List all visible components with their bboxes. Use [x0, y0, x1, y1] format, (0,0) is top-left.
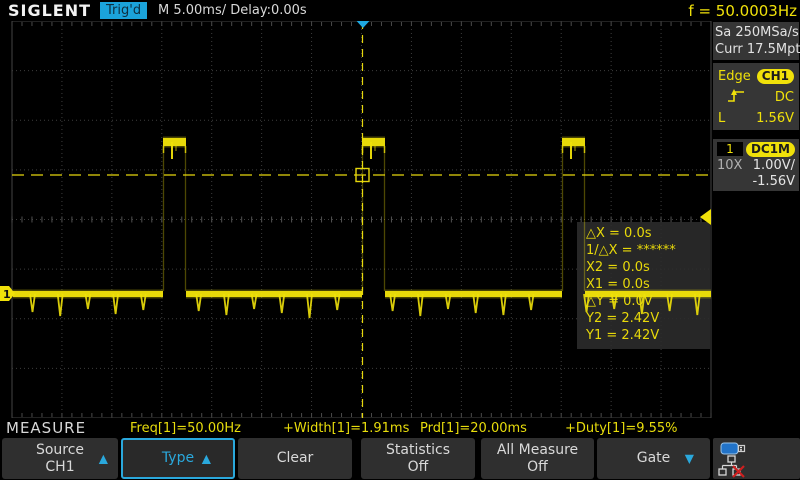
siglent-logo: SIGLENT — [8, 1, 91, 20]
rising-edge-icon — [726, 88, 746, 108]
memory-depth: Curr 17.5Mpts — [715, 41, 797, 58]
markers: 1 — [0, 0, 800, 480]
right-sidebar: Sa 250MSa/s Curr 17.5Mpts Edge CH1 DC L … — [712, 21, 800, 418]
channel1-info-box[interactable]: 1 DC1M 10X 1.00V/ -1.56V — [713, 139, 799, 191]
channel1-offset-marker[interactable]: 1 — [0, 286, 15, 301]
button-label: Clear — [277, 450, 314, 467]
trigger-status-badge: Trig'd — [100, 2, 147, 19]
trigger-mode: Edge — [718, 69, 751, 84]
button-sublabel: CH1 — [45, 459, 74, 476]
channel-number-chip: 1 — [717, 142, 743, 156]
button-label: All Measure — [497, 442, 578, 459]
timebase-readout[interactable]: M 5.00ms/ Delay:0.00s — [158, 3, 307, 18]
sample-rate: Sa 250MSa/s — [715, 24, 797, 41]
channel-coupling-badge[interactable]: DC1M — [746, 142, 795, 157]
channel-offset-value: -1.56V — [752, 174, 795, 189]
arrow-up-icon: ▲ — [99, 450, 108, 467]
measure-title: MEASURE — [6, 419, 86, 437]
trigger-info-box[interactable]: Edge CH1 DC L 1.56V — [713, 63, 799, 130]
trigger-level-value: 1.56V — [756, 111, 794, 126]
softkey-menu-bar: Source CH1 ▲ Type ▲ Clear Statistics Off… — [0, 437, 800, 480]
trigger-level-marker[interactable] — [700, 209, 711, 225]
trigger-level-label: L — [718, 111, 725, 126]
button-label: Statistics — [386, 442, 450, 459]
volts-per-div: 1.00V/ — [753, 158, 795, 173]
softkey-statistics[interactable]: Statistics Off — [361, 438, 475, 479]
trigger-source-badge[interactable]: CH1 — [757, 69, 794, 84]
probe-attenuation: 10X — [717, 158, 742, 173]
measure-period: Prd[1]=20.00ms — [420, 421, 527, 436]
measure-bar: MEASURE Freq[1]=50.00Hz +Width[1]=1.91ms… — [0, 418, 800, 437]
softkey-all-measure[interactable]: All Measure Off — [481, 438, 594, 479]
measure-pos-duty: +Duty[1]=9.55% — [565, 421, 678, 436]
softkey-gate[interactable]: Gate ▼ — [597, 438, 710, 479]
measure-freq: Freq[1]=50.00Hz — [130, 421, 241, 436]
trigger-coupling: DC — [775, 90, 794, 105]
acquisition-info-box: Sa 250MSa/s Curr 17.5Mpts — [713, 22, 799, 60]
softkey-source[interactable]: Source CH1 ▲ — [2, 438, 118, 479]
status-icon-panel — [713, 438, 800, 479]
channel-number-label: 1 — [3, 288, 11, 301]
lan-disconnected-icon — [716, 455, 750, 480]
button-label: Source — [36, 442, 84, 459]
button-sublabel: Off — [408, 459, 429, 476]
arrow-up-icon: ▲ — [202, 450, 211, 467]
arrow-down-icon: ▼ — [685, 450, 694, 467]
softkey-clear[interactable]: Clear — [238, 438, 352, 479]
button-label: Gate — [637, 450, 671, 467]
frequency-counter-readout: f = 50.0003Hz — [688, 2, 797, 20]
button-label: Type — [162, 450, 194, 467]
oscilloscope-screen: △X = 0.0s 1/△X = ****** X2 = 0.0s X1 = 0… — [0, 0, 800, 480]
measure-pos-width: +Width[1]=1.91ms — [283, 421, 409, 436]
button-sublabel: Off — [527, 459, 548, 476]
top-status-bar: SIGLENT Trig'd M 5.00ms/ Delay:0.00s f =… — [0, 0, 800, 21]
softkey-type[interactable]: Type ▲ — [121, 438, 235, 479]
